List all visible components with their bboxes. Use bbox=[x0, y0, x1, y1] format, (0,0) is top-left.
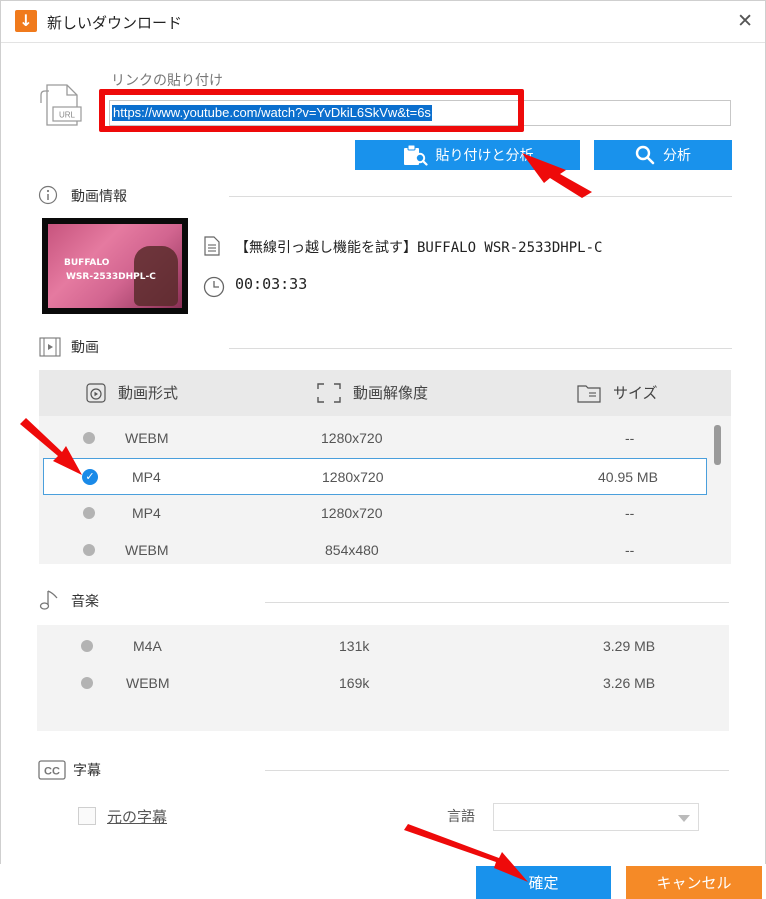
audio-row-size: 3.26 MB bbox=[603, 675, 656, 691]
svg-text:CC: CC bbox=[44, 766, 60, 778]
video-row-resolution: 854x480 bbox=[325, 542, 379, 558]
search-icon bbox=[635, 145, 655, 165]
info-icon bbox=[38, 185, 58, 205]
divider bbox=[229, 196, 732, 197]
clipboard-search-icon bbox=[403, 144, 428, 166]
title-bar: 新しいダウンロード ✕ bbox=[1, 1, 765, 43]
music-note-icon bbox=[39, 590, 58, 610]
language-label: 言語 bbox=[447, 809, 475, 825]
annotation-highlight-box bbox=[99, 89, 524, 132]
film-icon bbox=[39, 337, 61, 357]
audio-section-label: 音楽 bbox=[71, 594, 99, 610]
video-duration: 00:03:33 bbox=[235, 275, 308, 293]
video-row-format: WEBM bbox=[125, 542, 169, 558]
audio-row-format: M4A bbox=[133, 638, 162, 654]
audio-row-bitrate: 131k bbox=[339, 638, 370, 654]
analyze-button[interactable]: 分析 bbox=[594, 140, 732, 170]
video-row-resolution: 1280x720 bbox=[322, 469, 384, 485]
video-thumbnail: BUFFALO WSR-2533DHPL-C bbox=[42, 218, 188, 314]
audio-format-list: M4A 131k 3.29 MB WEBM 169k 3.26 MB bbox=[37, 625, 729, 731]
cancel-label: キャンセル bbox=[656, 874, 732, 892]
video-row-format: WEBM bbox=[125, 430, 169, 446]
video-info-label: 動画情報 bbox=[71, 189, 127, 205]
video-row-size: 40.95 MB bbox=[598, 469, 658, 485]
video-row-size: -- bbox=[625, 505, 635, 521]
divider bbox=[265, 602, 729, 603]
download-dialog: 新しいダウンロード ✕ URL リンクの貼り付け https://www.you… bbox=[0, 0, 766, 899]
thumbnail-text-1: BUFFALO bbox=[64, 258, 110, 268]
audio-row-size: 3.29 MB bbox=[603, 638, 656, 654]
audio-row[interactable]: M4A 131k 3.29 MB bbox=[37, 628, 707, 665]
resolution-column-header[interactable]: 動画解像度 bbox=[317, 382, 428, 403]
close-icon[interactable]: ✕ bbox=[737, 10, 753, 32]
size-header-label: サイズ bbox=[613, 384, 658, 402]
clock-icon bbox=[203, 276, 225, 298]
video-format-list: WEBM 1280x720 -- ✓ MP4 1280x720 40.95 MB… bbox=[39, 416, 731, 564]
cancel-button[interactable]: キャンセル bbox=[626, 866, 762, 899]
video-table-header: 動画形式 動画解像度 サイズ bbox=[39, 370, 731, 416]
radio-unselected[interactable] bbox=[83, 544, 95, 556]
video-row-size: -- bbox=[625, 542, 635, 558]
video-title: 【無線引っ越し機能を試す】BUFFALO WSR-2533DHPL-C bbox=[235, 240, 603, 256]
radio-unselected[interactable] bbox=[81, 677, 93, 689]
radio-unselected[interactable] bbox=[83, 507, 95, 519]
paste-and-analyze-button[interactable]: 貼り付けと分析 bbox=[355, 140, 580, 170]
format-icon bbox=[86, 382, 106, 403]
dialog-title: 新しいダウンロード bbox=[47, 14, 183, 32]
document-icon bbox=[204, 236, 220, 256]
format-header-label: 動画形式 bbox=[118, 384, 179, 402]
audio-row-format: WEBM bbox=[126, 675, 170, 691]
format-column-header[interactable]: 動画形式 bbox=[86, 382, 178, 403]
folder-icon bbox=[577, 384, 601, 403]
divider bbox=[265, 770, 729, 771]
radio-selected-check-icon[interactable]: ✓ bbox=[82, 469, 98, 485]
confirm-button[interactable]: 確定 bbox=[476, 866, 611, 899]
url-icon-text: URL bbox=[59, 111, 76, 120]
video-row-resolution: 1280x720 bbox=[321, 430, 383, 446]
size-column-header[interactable]: サイズ bbox=[577, 382, 658, 403]
subtitles-section-label: 字幕 bbox=[73, 763, 101, 779]
video-section-label: 動画 bbox=[71, 340, 99, 356]
thumbnail-text-2: WSR-2533DHPL-C bbox=[66, 272, 156, 282]
resolution-header-label: 動画解像度 bbox=[353, 384, 429, 402]
video-row-size: -- bbox=[625, 430, 635, 446]
video-row-resolution: 1280x720 bbox=[321, 505, 383, 521]
video-row-format: MP4 bbox=[132, 469, 161, 485]
video-list-scrollbar-thumb[interactable] bbox=[714, 425, 721, 465]
original-subtitle-label[interactable]: 元の字幕 bbox=[107, 806, 167, 827]
link-label: リンクの貼り付け bbox=[111, 73, 223, 89]
divider bbox=[229, 348, 732, 349]
video-row-selected[interactable]: ✓ MP4 1280x720 40.95 MB bbox=[43, 458, 707, 495]
paste-and-analyze-label: 貼り付けと分析 bbox=[435, 148, 534, 164]
video-row[interactable]: WEBM 1280x720 -- bbox=[39, 420, 709, 457]
url-file-icon: URL bbox=[40, 84, 82, 126]
confirm-label: 確定 bbox=[528, 874, 559, 892]
video-row-format: MP4 bbox=[132, 505, 161, 521]
video-row[interactable]: MP4 1280x720 -- bbox=[39, 495, 709, 532]
radio-unselected[interactable] bbox=[81, 640, 93, 652]
original-subtitle-checkbox[interactable] bbox=[78, 807, 96, 825]
video-row[interactable]: WEBM 854x480 -- bbox=[39, 532, 709, 564]
language-select[interactable] bbox=[493, 803, 699, 831]
download-app-icon bbox=[15, 10, 37, 32]
audio-row[interactable]: WEBM 169k 3.26 MB bbox=[37, 665, 707, 702]
closed-caption-icon: CC bbox=[38, 760, 66, 780]
radio-unselected[interactable] bbox=[83, 432, 95, 444]
resolution-icon bbox=[317, 382, 341, 403]
audio-row-bitrate: 169k bbox=[339, 675, 370, 691]
analyze-label: 分析 bbox=[663, 148, 691, 164]
